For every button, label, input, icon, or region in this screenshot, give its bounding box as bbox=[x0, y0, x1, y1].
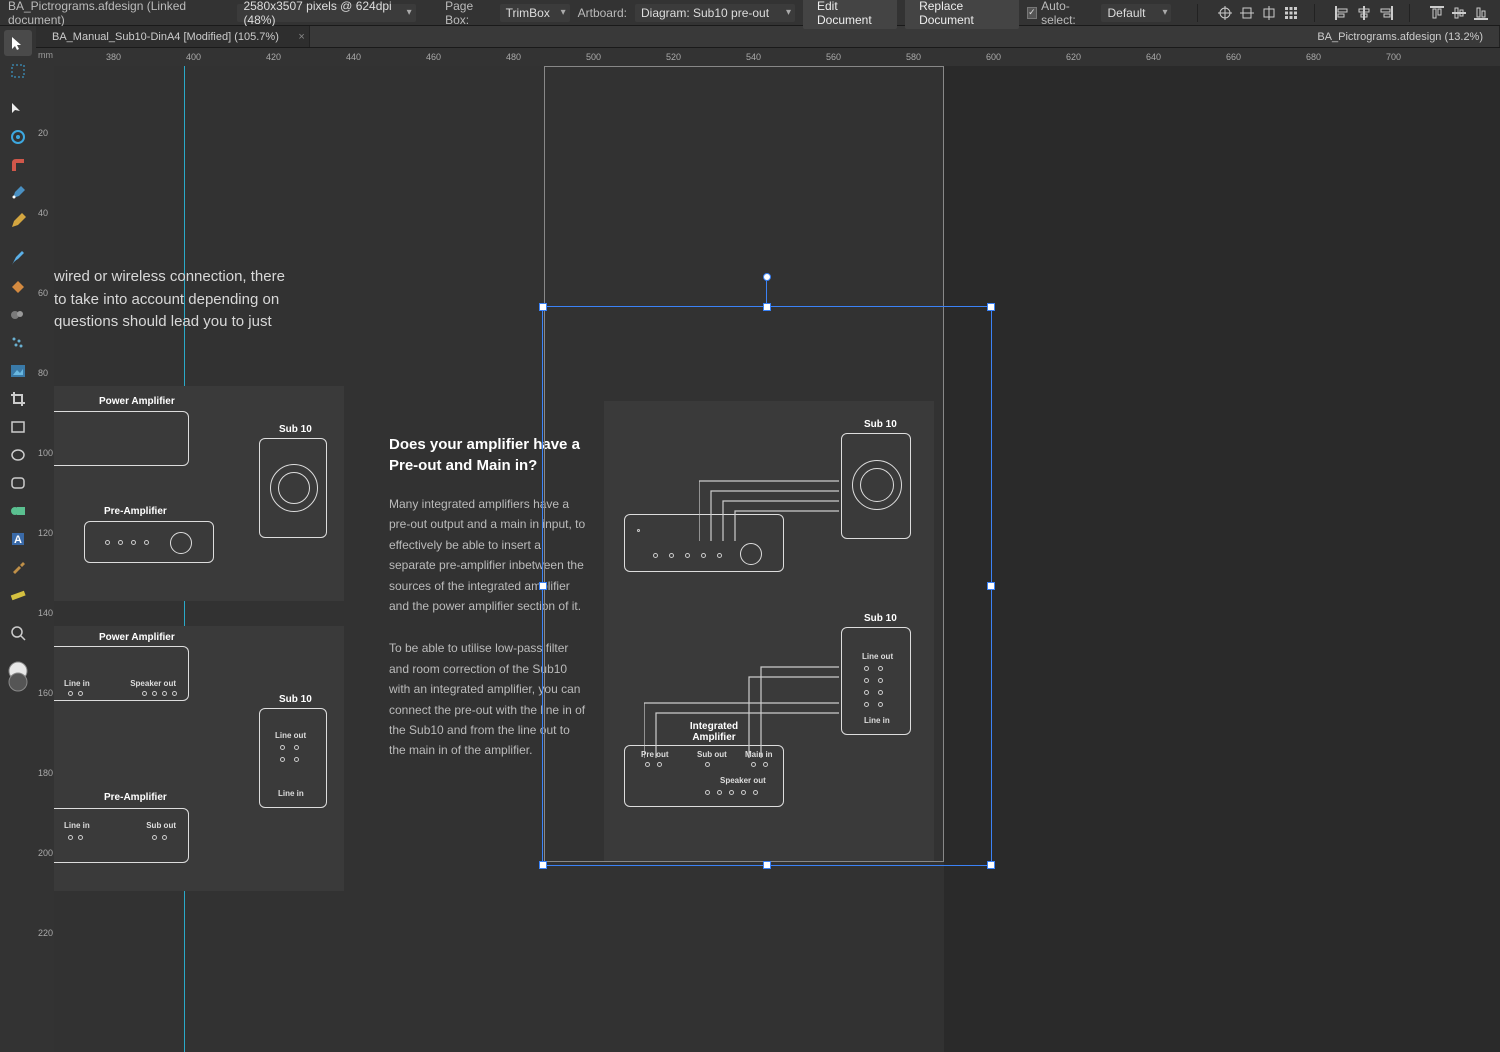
diagram-left-2: Power Amplifier Line in Speaker out Sub … bbox=[54, 626, 344, 891]
diagram-left-1: Power Amplifier Pre-Amplifier Sub 10 bbox=[54, 386, 344, 601]
align-center-icon[interactable] bbox=[1214, 3, 1236, 23]
pen-tool[interactable] bbox=[4, 180, 32, 206]
brush-tool[interactable] bbox=[4, 246, 32, 272]
ruler-horizontal: mm 380 400 420 440 460 480 500 520 540 5… bbox=[36, 48, 1500, 66]
checkbox-icon: ✓ bbox=[1027, 7, 1037, 19]
ellipse-tool[interactable] bbox=[4, 442, 32, 468]
measure-tool[interactable] bbox=[4, 582, 32, 608]
align-hmiddle-icon[interactable] bbox=[1236, 3, 1258, 23]
pagebox-dropdown[interactable]: TrimBox bbox=[500, 4, 570, 22]
canvas[interactable]: mm 380 400 420 440 460 480 500 520 540 5… bbox=[36, 48, 1500, 1052]
node-tool[interactable] bbox=[4, 96, 32, 122]
spray-tool[interactable] bbox=[4, 330, 32, 356]
align-vmiddle-icon[interactable] bbox=[1258, 3, 1280, 23]
tab-manual[interactable]: BA_Manual_Sub10-DinA4 [Modified] (105.7%… bbox=[36, 26, 310, 47]
align-right-icon[interactable] bbox=[1375, 3, 1397, 23]
corner-tool[interactable] bbox=[4, 152, 32, 178]
tools-panel: A bbox=[0, 26, 36, 1052]
align-group-3 bbox=[1426, 3, 1492, 23]
linked-doc-name: BA_Pictrograms.afdesign (Linked document… bbox=[8, 0, 208, 27]
selection-handle-sw[interactable] bbox=[539, 861, 547, 869]
selection-box[interactable] bbox=[542, 306, 992, 866]
align-group-2 bbox=[1331, 3, 1397, 23]
rotation-handle[interactable] bbox=[763, 273, 771, 281]
marquee-tool[interactable] bbox=[4, 58, 32, 84]
selection-handle-nw[interactable] bbox=[539, 303, 547, 311]
shape-tool[interactable] bbox=[4, 498, 32, 524]
selection-handle-n[interactable] bbox=[763, 303, 771, 311]
image-tool[interactable] bbox=[4, 358, 32, 384]
svg-text:A: A bbox=[14, 534, 22, 546]
rounded-rect-tool[interactable] bbox=[4, 470, 32, 496]
auto-select-checkbox[interactable]: ✓ Auto-select: bbox=[1027, 0, 1094, 27]
eyedropper-tool[interactable] bbox=[4, 554, 32, 580]
auto-select-dropdown[interactable]: Default bbox=[1101, 4, 1171, 22]
align-left-icon[interactable] bbox=[1331, 3, 1353, 23]
artboard-label: Artboard: bbox=[578, 6, 627, 20]
selection-handle-w[interactable] bbox=[539, 582, 547, 590]
fill-tool[interactable] bbox=[4, 274, 32, 300]
selection-handle-ne[interactable] bbox=[987, 303, 995, 311]
pencil-tool[interactable] bbox=[4, 208, 32, 234]
grid-icon[interactable] bbox=[1280, 3, 1302, 23]
crop-tool[interactable] bbox=[4, 386, 32, 412]
selection-handle-se[interactable] bbox=[987, 861, 995, 869]
selection-handle-s[interactable] bbox=[763, 861, 771, 869]
dimensions-dropdown[interactable]: 2580x3507 pixels @ 624dpi (48%) bbox=[237, 4, 415, 22]
point-transform-tool[interactable] bbox=[4, 124, 32, 150]
document-tabs: BA_Manual_Sub10-DinA4 [Modified] (105.7%… bbox=[0, 26, 1500, 48]
replace-document-button[interactable]: Replace Document bbox=[905, 0, 1019, 29]
align-bottom-icon[interactable] bbox=[1470, 3, 1492, 23]
align-top-icon[interactable] bbox=[1426, 3, 1448, 23]
tab-pictograms[interactable]: BA_Pictrograms.afdesign (13.2%) bbox=[1301, 26, 1500, 47]
close-icon[interactable]: × bbox=[298, 31, 304, 43]
color-swatch[interactable] bbox=[4, 658, 32, 694]
context-toolbar: BA_Pictrograms.afdesign (Linked document… bbox=[0, 0, 1500, 26]
stage: wired or wireless connection, there to t… bbox=[54, 66, 1500, 1052]
rectangle-tool[interactable] bbox=[4, 414, 32, 440]
ruler-vertical: 20 40 60 80 100 120 140 160 180 200 220 bbox=[36, 66, 54, 1052]
zoom-tool[interactable] bbox=[4, 620, 32, 646]
smudge-tool[interactable] bbox=[4, 302, 32, 328]
align-vcenter-icon[interactable] bbox=[1448, 3, 1470, 23]
move-tool[interactable] bbox=[4, 30, 32, 56]
align-group-1 bbox=[1214, 3, 1302, 23]
artboard-dropdown[interactable]: Diagram: Sub10 pre-out bbox=[635, 4, 795, 22]
artistic-text-tool[interactable]: A bbox=[4, 526, 32, 552]
intro-text: wired or wireless connection, there to t… bbox=[54, 266, 285, 334]
edit-document-button[interactable]: Edit Document bbox=[803, 0, 897, 29]
selection-handle-e[interactable] bbox=[987, 582, 995, 590]
align-hcenter-icon[interactable] bbox=[1353, 3, 1375, 23]
pagebox-label: Page Box: bbox=[445, 0, 492, 27]
